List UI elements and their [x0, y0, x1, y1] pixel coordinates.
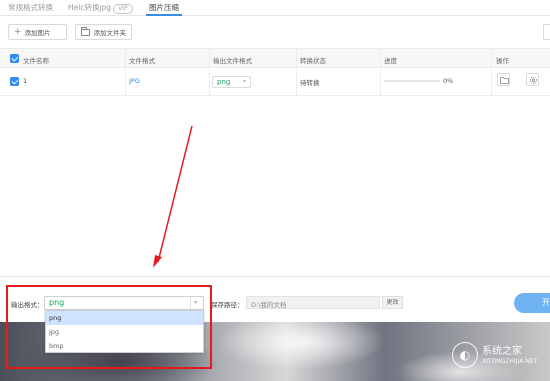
- table-row: 1 JPG 待转换 0%: [0, 68, 550, 96]
- chevron-down-icon: ▾: [242, 78, 246, 85]
- add-image-label: 添加图片: [24, 29, 51, 37]
- add-folder-button[interactable]: 添加文件夹: [75, 24, 132, 40]
- format-dropdown-list: png jpg bmp: [45, 310, 204, 353]
- folder-icon: [81, 26, 90, 36]
- active-tab-indicator: [146, 14, 182, 16]
- tab-heic-label: Heic转换jpg: [68, 3, 112, 12]
- table-header: 文件名称 文件格式 输出文件格式 转换状态 进度 操作: [0, 48, 550, 68]
- format-option-png[interactable]: png: [46, 311, 203, 325]
- row-progress-text: 0%: [443, 77, 454, 85]
- header-file-name: 文件名称: [23, 57, 49, 65]
- change-path-button[interactable]: 更改: [382, 296, 403, 309]
- add-folder-label: 添加文件夹: [93, 29, 127, 37]
- header-convert-status: 转换状态: [300, 57, 326, 65]
- start-button[interactable]: 开: [514, 293, 550, 313]
- row-output-format-select[interactable]: png ▾: [212, 76, 251, 88]
- vip-badge: VIP: [113, 4, 133, 14]
- row-progress-bar: [384, 80, 440, 82]
- output-format-value: png: [49, 298, 65, 307]
- save-path-label: 保存路径：: [211, 301, 244, 309]
- settings-button[interactable]: [526, 73, 539, 86]
- select-all-checkbox[interactable]: [10, 54, 19, 63]
- plus-icon: +: [14, 27, 22, 37]
- row-checkbox[interactable]: [10, 77, 19, 86]
- watermark-emblem-icon: ◐: [452, 342, 478, 368]
- save-path-value: D:\我的文档: [251, 301, 287, 309]
- format-option-jpg[interactable]: jpg: [46, 325, 203, 339]
- tab-image-compress[interactable]: 图片压缩: [149, 2, 179, 13]
- save-path-input[interactable]: D:\我的文档: [246, 296, 380, 309]
- tab-heic-to-jpg[interactable]: Heic转换jpg VIP: [68, 2, 133, 14]
- header-file-format: 文件格式: [129, 57, 155, 65]
- open-folder-button[interactable]: [497, 73, 510, 86]
- watermark-name: 系统之家: [482, 346, 522, 357]
- add-image-button[interactable]: + 添加图片: [8, 24, 67, 40]
- folder-open-icon: [500, 77, 509, 84]
- gear-icon: [529, 76, 538, 85]
- format-option-bmp[interactable]: bmp: [46, 339, 203, 353]
- chevron-down-icon: ▾: [190, 297, 200, 309]
- header-actions: 操作: [496, 57, 509, 65]
- output-format-label: 输出格式：: [11, 301, 44, 309]
- toolbar-edge-button[interactable]: [543, 24, 550, 40]
- tab-format-convert[interactable]: 常规格式转换: [8, 2, 53, 13]
- tab-bar: 常规格式转换 Heic转换jpg VIP 图片压缩: [0, 0, 550, 16]
- row-file-name: 1: [23, 77, 28, 85]
- header-progress: 进度: [384, 57, 397, 65]
- watermark-logo: ◐ 系统之家 XITONGZHIJIA.NET: [452, 340, 546, 374]
- output-format-select[interactable]: png ▾: [44, 296, 204, 310]
- header-output-format: 输出文件格式: [213, 57, 252, 65]
- watermark-url: XITONGZHIJIA.NET: [482, 358, 538, 365]
- row-status: 待转换: [300, 79, 320, 87]
- row-file-format: JPG: [129, 77, 140, 85]
- row-output-format-value: png: [217, 78, 231, 86]
